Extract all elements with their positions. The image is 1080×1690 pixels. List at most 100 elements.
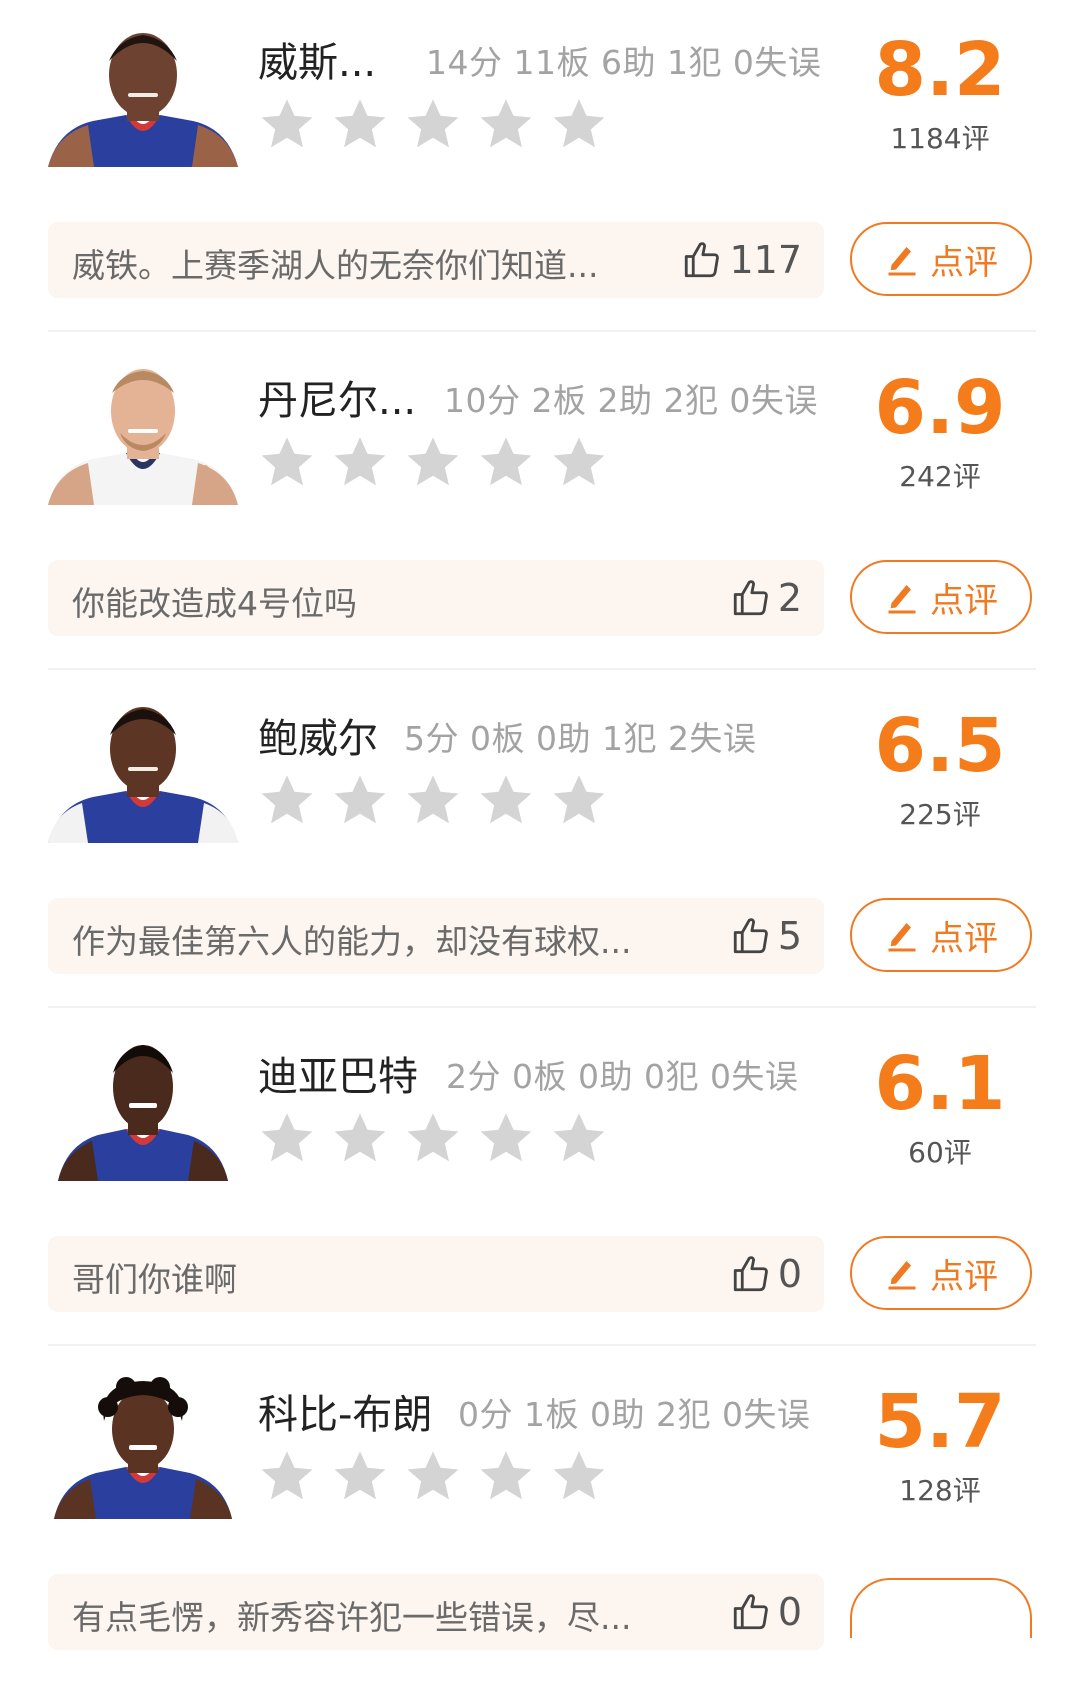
review-button[interactable]: 点评 bbox=[850, 1236, 1032, 1310]
star-icon[interactable] bbox=[404, 771, 462, 829]
like-count: 117 bbox=[729, 238, 802, 282]
stat-line: 0分 1板 0助 2犯 0失误 bbox=[458, 1395, 811, 1434]
star-icon[interactable] bbox=[477, 1447, 535, 1505]
star-rating[interactable] bbox=[258, 771, 623, 837]
review-count: 1184评 bbox=[890, 122, 990, 155]
player-card[interactable]: 丹尼尔... 10分 2板 2助 2犯 0失误 6.9 242评 你能改造成4号… bbox=[0, 338, 1080, 676]
divider bbox=[48, 1006, 1036, 1008]
thumbs-up-icon bbox=[733, 580, 768, 616]
player-name: 丹尼尔... bbox=[258, 378, 417, 424]
review-button[interactable] bbox=[850, 1578, 1032, 1638]
top-comment[interactable]: 你能改造成4号位吗 2 bbox=[48, 560, 824, 636]
top-comment[interactable]: 作为最佳第六人的能力，却没有球权... 5 bbox=[48, 898, 824, 974]
review-label: 点评 bbox=[930, 918, 998, 959]
like-count: 0 bbox=[777, 1252, 802, 1296]
review-button[interactable]: 点评 bbox=[850, 898, 1032, 972]
player-card[interactable]: 迪亚巴特 2分 0板 0助 0犯 0失误 6.1 60评 哥们你谁啊 0 点评 bbox=[0, 1014, 1080, 1352]
review-button[interactable]: 点评 bbox=[850, 222, 1032, 296]
star-icon[interactable] bbox=[550, 433, 608, 491]
player-avatar[interactable] bbox=[48, 1039, 238, 1181]
like-count: 5 bbox=[777, 914, 802, 958]
star-icon[interactable] bbox=[550, 771, 608, 829]
player-card[interactable]: 鲍威尔 5分 0板 0助 1犯 2失误 6.5 225评 作为最佳第六人的能力，… bbox=[0, 676, 1080, 1014]
player-name: 迪亚巴特 bbox=[258, 1054, 418, 1100]
comment-text: 你能改造成4号位吗 bbox=[72, 584, 357, 623]
star-rating[interactable] bbox=[258, 95, 623, 161]
star-icon[interactable] bbox=[477, 1109, 535, 1167]
pen-icon bbox=[888, 1261, 916, 1290]
star-icon[interactable] bbox=[404, 1109, 462, 1167]
like-count: 2 bbox=[777, 576, 802, 620]
player-avatar[interactable] bbox=[48, 25, 238, 167]
star-icon[interactable] bbox=[550, 1447, 608, 1505]
review-count: 242评 bbox=[899, 460, 981, 493]
star-icon[interactable] bbox=[331, 433, 389, 491]
review-count: 60评 bbox=[908, 1136, 972, 1169]
star-icon[interactable] bbox=[477, 433, 535, 491]
pen-icon bbox=[888, 247, 916, 276]
star-icon[interactable] bbox=[404, 1447, 462, 1505]
like-count: 0 bbox=[777, 1590, 802, 1634]
thumbs-up-icon bbox=[733, 1594, 768, 1630]
player-name: 鲍威尔 bbox=[258, 716, 378, 762]
player-name: 威斯... bbox=[258, 40, 377, 86]
stat-line: 2分 0板 0助 0犯 0失误 bbox=[446, 1057, 799, 1096]
comment-text: 有点毛愣，新秀容许犯一些错误，尽... bbox=[72, 1598, 632, 1637]
review-count: 225评 bbox=[899, 798, 981, 831]
player-avatar[interactable] bbox=[48, 1377, 238, 1519]
thumbs-up-icon bbox=[733, 1256, 768, 1292]
thumbs-up-icon bbox=[733, 918, 768, 954]
star-icon[interactable] bbox=[331, 1109, 389, 1167]
like-button[interactable]: 2 bbox=[730, 574, 802, 622]
star-icon[interactable] bbox=[331, 771, 389, 829]
like-button[interactable]: 0 bbox=[730, 1588, 802, 1636]
star-icon[interactable] bbox=[550, 1109, 608, 1167]
top-comment[interactable]: 哥们你谁啊 0 bbox=[48, 1236, 824, 1312]
star-icon[interactable] bbox=[404, 433, 462, 491]
review-label: 点评 bbox=[930, 242, 998, 283]
star-icon[interactable] bbox=[331, 95, 389, 153]
player-score: 6.1 bbox=[874, 1041, 1006, 1127]
divider bbox=[48, 1344, 1036, 1346]
player-name: 科比-布朗 bbox=[258, 1392, 433, 1438]
star-icon[interactable] bbox=[258, 95, 316, 153]
divider bbox=[48, 668, 1036, 670]
star-rating[interactable] bbox=[258, 1109, 623, 1175]
stat-line: 14分 11板 6助 1犯 0失误 bbox=[426, 43, 822, 82]
star-icon[interactable] bbox=[331, 1447, 389, 1505]
player-card[interactable]: 威斯... 14分 11板 6助 1犯 0失误 8.2 1184评 威铁。上赛季… bbox=[0, 0, 1080, 338]
divider bbox=[48, 330, 1036, 332]
star-rating[interactable] bbox=[258, 433, 623, 499]
like-button[interactable]: 117 bbox=[681, 236, 802, 284]
comment-text: 作为最佳第六人的能力，却没有球权... bbox=[72, 922, 632, 961]
star-icon[interactable] bbox=[258, 433, 316, 491]
player-rating-list: 威斯... 14分 11板 6助 1犯 0失误 8.2 1184评 威铁。上赛季… bbox=[0, 0, 1080, 1683]
player-score: 6.5 bbox=[874, 703, 1006, 789]
review-label: 点评 bbox=[930, 1256, 998, 1297]
like-button[interactable]: 5 bbox=[730, 912, 802, 960]
stat-line: 10分 2板 2助 2犯 0失误 bbox=[444, 381, 818, 420]
review-button[interactable]: 点评 bbox=[850, 560, 1032, 634]
star-icon[interactable] bbox=[404, 95, 462, 153]
comment-text: 威铁。上赛季湖人的无奈你们知道... bbox=[72, 246, 599, 285]
star-icon[interactable] bbox=[258, 1447, 316, 1505]
star-icon[interactable] bbox=[258, 771, 316, 829]
star-icon[interactable] bbox=[258, 1109, 316, 1167]
player-avatar[interactable] bbox=[48, 701, 238, 843]
player-avatar[interactable] bbox=[48, 363, 238, 505]
star-icon[interactable] bbox=[477, 771, 535, 829]
like-button[interactable]: 0 bbox=[730, 1250, 802, 1298]
pen-icon bbox=[888, 923, 916, 952]
review-count: 128评 bbox=[899, 1474, 981, 1507]
star-icon[interactable] bbox=[550, 95, 608, 153]
top-comment[interactable]: 有点毛愣，新秀容许犯一些错误，尽... 0 bbox=[48, 1574, 824, 1650]
top-comment[interactable]: 威铁。上赛季湖人的无奈你们知道... 117 bbox=[48, 222, 824, 298]
star-rating[interactable] bbox=[258, 1447, 623, 1513]
stat-line: 5分 0板 0助 1犯 2失误 bbox=[404, 719, 757, 758]
player-score: 5.7 bbox=[874, 1379, 1006, 1465]
star-icon[interactable] bbox=[477, 95, 535, 153]
thumbs-up-icon bbox=[685, 242, 720, 278]
player-card[interactable]: 科比-布朗 0分 1板 0助 2犯 0失误 5.7 128评 有点毛愣，新秀容许… bbox=[0, 1352, 1080, 1690]
player-score: 8.2 bbox=[874, 27, 1006, 113]
pen-icon bbox=[888, 585, 916, 614]
